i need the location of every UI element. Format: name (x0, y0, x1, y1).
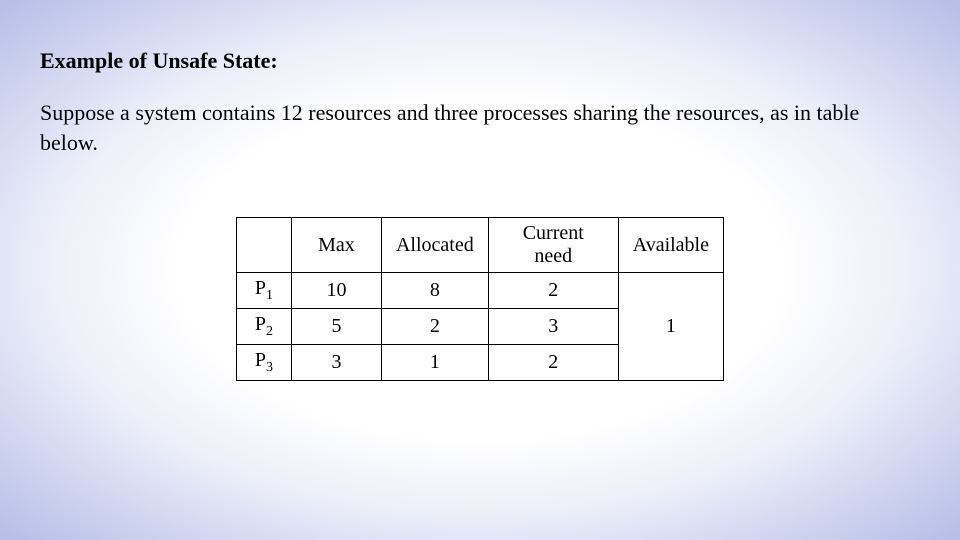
resource-table: Max Allocated Current need Available P1 … (236, 217, 724, 381)
cell-allocated: 8 (381, 273, 488, 309)
table-row: P1 10 8 2 1 (236, 273, 723, 309)
proc-base: P (255, 313, 266, 335)
cell-allocated: 2 (381, 309, 488, 345)
cell-proc: P2 (236, 309, 291, 345)
proc-sub: 3 (266, 360, 273, 375)
slide-body-text: Suppose a system contains 12 resources a… (40, 98, 920, 157)
col-header-available: Available (618, 218, 723, 273)
col-header-allocated: Allocated (381, 218, 488, 273)
proc-base: P (255, 349, 266, 371)
cell-current-need: 2 (488, 273, 618, 309)
proc-sub: 1 (266, 288, 273, 303)
cell-current-need: 2 (488, 345, 618, 381)
cell-current-need: 3 (488, 309, 618, 345)
col-header-max: Max (291, 218, 381, 273)
slide-title: Example of Unsafe State: (40, 48, 920, 74)
cell-available: 1 (618, 273, 723, 381)
table-header-row: Max Allocated Current need Available (236, 218, 723, 273)
proc-sub: 2 (266, 324, 273, 339)
cell-proc: P1 (236, 273, 291, 309)
proc-base: P (255, 277, 266, 299)
cell-proc: P3 (236, 345, 291, 381)
col-header-proc (236, 218, 291, 273)
col-header-current-need: Current need (488, 218, 618, 273)
cell-max: 5 (291, 309, 381, 345)
cell-max: 3 (291, 345, 381, 381)
cell-allocated: 1 (381, 345, 488, 381)
resource-table-container: Max Allocated Current need Available P1 … (40, 217, 920, 381)
slide: Example of Unsafe State: Suppose a syste… (0, 0, 960, 540)
cell-max: 10 (291, 273, 381, 309)
